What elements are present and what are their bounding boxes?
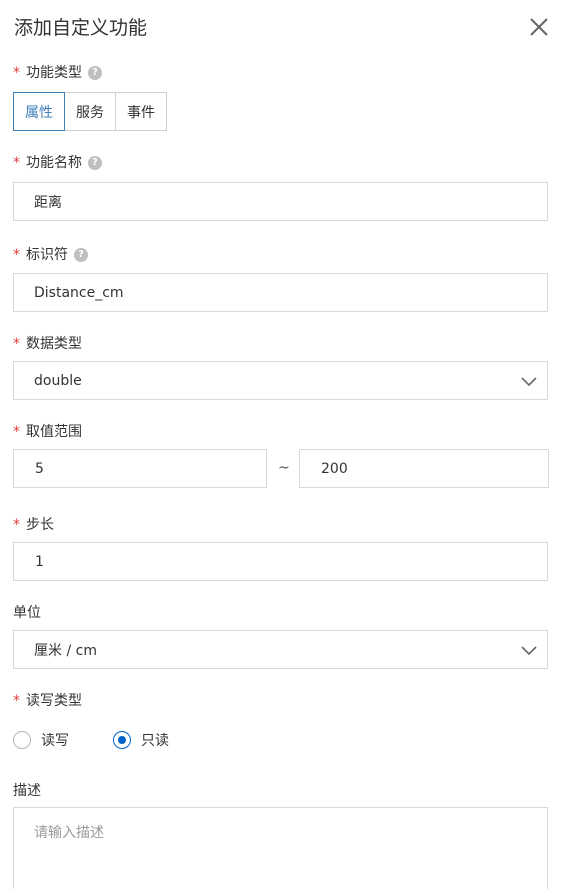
function-type-service[interactable]: 服务 <box>64 92 116 131</box>
unit-label: 单位 <box>13 603 41 623</box>
radio-circle-checked[interactable] <box>113 731 131 749</box>
help-icon[interactable]: ? <box>88 66 102 80</box>
description-label: 描述 <box>13 781 41 801</box>
step-input[interactable]: 1 <box>13 542 548 581</box>
step-label-text: 步长 <box>26 517 54 533</box>
data-type-label-text: 数据类型 <box>26 336 82 352</box>
function-type-property[interactable]: 属性 <box>13 92 65 131</box>
required-mark: * <box>13 336 20 352</box>
radio-read-write-label: 读写 <box>41 733 69 749</box>
description-label-text: 描述 <box>13 783 41 799</box>
range-max-input[interactable]: 200 <box>299 449 549 488</box>
radio-read-only[interactable]: 只读 <box>113 730 169 750</box>
help-icon[interactable]: ? <box>74 248 88 262</box>
rw-type-label: * 读写类型 <box>13 691 82 711</box>
identifier-input[interactable]: Distance_cm <box>13 273 548 312</box>
function-type-segmented: 属性 服务 事件 <box>13 92 167 131</box>
function-name-label-text: 功能名称 <box>26 155 82 171</box>
chevron-down-icon[interactable] <box>521 643 537 659</box>
identifier-label: * 标识符 ? <box>13 245 88 265</box>
value-range-label-text: 取值范围 <box>26 424 82 440</box>
required-mark: * <box>13 693 20 709</box>
required-mark: * <box>13 517 20 533</box>
data-type-value: double <box>34 372 82 389</box>
value-range-label: * 取值范围 <box>13 422 82 442</box>
rw-type-radio-group: 读写 只读 <box>13 730 169 750</box>
close-icon[interactable] <box>528 16 550 38</box>
function-type-label: * 功能类型 ? <box>13 63 102 83</box>
dialog-title: 添加自定义功能 <box>14 17 148 39</box>
radio-read-only-label: 只读 <box>141 733 169 749</box>
identifier-label-text: 标识符 <box>26 247 68 263</box>
function-name-input[interactable]: 距离 <box>13 182 548 221</box>
radio-read-write[interactable]: 读写 <box>13 730 69 750</box>
help-icon[interactable]: ? <box>88 156 102 170</box>
required-mark: * <box>13 424 20 440</box>
unit-value: 厘米 / cm <box>34 642 97 659</box>
required-mark: * <box>13 155 20 171</box>
range-min-input[interactable]: 5 <box>13 449 267 488</box>
function-name-label: * 功能名称 ? <box>13 153 102 173</box>
chevron-down-icon[interactable] <box>521 374 537 390</box>
data-type-select[interactable]: double <box>13 361 548 400</box>
radio-circle[interactable] <box>13 731 31 749</box>
function-type-event[interactable]: 事件 <box>115 92 167 131</box>
step-label: * 步长 <box>13 515 54 535</box>
description-textarea[interactable]: 请输入描述 <box>13 807 548 889</box>
unit-label-text: 单位 <box>13 605 41 621</box>
data-type-label: * 数据类型 <box>13 334 82 354</box>
range-separator: ~ <box>278 460 290 476</box>
rw-type-label-text: 读写类型 <box>26 693 82 709</box>
required-mark: * <box>13 247 20 263</box>
unit-select[interactable]: 厘米 / cm <box>13 630 548 669</box>
required-mark: * <box>13 65 20 81</box>
function-type-label-text: 功能类型 <box>26 65 82 81</box>
